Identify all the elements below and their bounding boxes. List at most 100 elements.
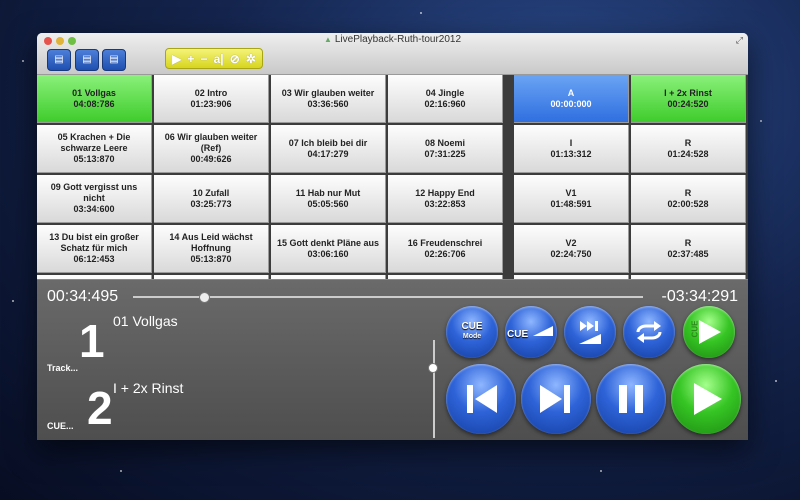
star (120, 470, 122, 472)
next-icon (540, 385, 570, 413)
cue-label[interactable]: CUE... (47, 421, 74, 431)
track-cell[interactable]: 05 Krachen + Die schwarze Leere 05:13:870 (37, 125, 152, 173)
cue-cell[interactable]: R 01:24:528 (631, 125, 746, 173)
skip-ramp-icon (579, 321, 601, 344)
cue-cell[interactable]: V2 02:24:750 (514, 225, 629, 273)
track-cell-time: 04:17:279 (307, 148, 349, 159)
cue-cell-name: V1 (565, 187, 577, 198)
track-cell[interactable]: 02 Intro 01:23:906 (154, 75, 269, 123)
play-button[interactable] (671, 364, 741, 434)
loop-button[interactable] (623, 306, 675, 358)
play-icon[interactable]: ▶ (172, 52, 181, 66)
cue-cell-name: R (684, 237, 692, 248)
cue-mode-button[interactable]: CUE Mode (446, 306, 498, 358)
plus-icon[interactable]: + (187, 52, 194, 66)
cue-cell-name: V2 (565, 237, 577, 248)
fullscreen-icon[interactable]: ⤢ (736, 35, 743, 46)
track-cell[interactable]: 07 Ich bleib bei dir 04:17:279 (271, 125, 386, 173)
track-cell[interactable]: 10 Zufall 03:25:773 (154, 175, 269, 223)
track-cell-time: 04:08:786 (73, 98, 115, 109)
skip-fade-button[interactable] (564, 306, 616, 358)
track-cell-time: 05:05:560 (307, 198, 349, 209)
track-cell-name: 15 Gott denkt Pläne aus (276, 237, 380, 248)
track-cell[interactable]: 11 Hab nur Mut 05:05:560 (271, 175, 386, 223)
track-cell-time: 00:49:626 (190, 154, 232, 164)
volume-slider-knob[interactable] (428, 363, 438, 373)
track-cell[interactable]: 04 Jingle 02:16:960 (388, 75, 503, 123)
cue-cell[interactable]: I + 2x Rinst 00:24:520 (631, 75, 746, 123)
gear-icon[interactable]: ✲ (246, 52, 256, 66)
track-number: 1 (79, 315, 105, 367)
track-cell-time: 05:13:870 (73, 154, 115, 164)
cue-cell[interactable]: R 02:37:485 (631, 225, 746, 273)
export-document-button[interactable]: ▤ (102, 49, 126, 71)
cue-cell-time: 00:00:000 (550, 98, 592, 109)
track-cell-time: 05:13:870 (190, 254, 232, 264)
track-cell-name: 09 Gott vergisst uns nicht (50, 182, 138, 203)
cue-mode-sublabel: Mode (462, 333, 482, 340)
cue-cell-name: I (569, 137, 573, 148)
track-cell[interactable]: 16 Freudenschrei 02:26:706 (388, 225, 503, 273)
app-window: ▲ LivePlayback-Ruth-tour2012 ⤢ ▤ ▤ ▤ ▶ + … (37, 33, 748, 440)
cue-fade-label: CUE (507, 328, 529, 340)
minus-icon[interactable]: − (200, 52, 207, 66)
open-document-button[interactable]: ▤ (47, 49, 71, 71)
cue-cell[interactable]: A 00:00:000 (514, 75, 629, 123)
remaining-time: -03:34:291 (661, 288, 738, 305)
track-cell[interactable]: 15 Gott denkt Pläne aus 03:06:160 (271, 225, 386, 273)
next-button[interactable] (521, 364, 591, 434)
cue-cell-name: R (684, 187, 692, 198)
cue-play-button[interactable]: CUE (683, 306, 735, 358)
export-document-icon: ▤ (109, 54, 119, 65)
transport-panel: 00:34:495 -03:34:291 1 01 Vollgas Track.… (37, 279, 748, 440)
play-icon (694, 383, 722, 415)
cue-fade-button[interactable]: CUE (505, 306, 557, 358)
star (420, 12, 422, 14)
star (760, 120, 762, 122)
track-cell-name: 08 Noemi (424, 137, 466, 148)
cue-cell-time: 01:24:528 (667, 148, 709, 159)
text-edit-icon[interactable]: a| (214, 52, 224, 66)
track-cell-name: 03 Wir glauben weiter (281, 87, 375, 98)
cue-cell-time: 01:13:312 (550, 148, 592, 159)
track-cell[interactable]: 13 Du bist ein großer Schatz für mich 06:… (37, 225, 152, 273)
cue-cell[interactable]: I 01:13:312 (514, 125, 629, 173)
cue-cell-name: A (567, 87, 575, 98)
star (12, 300, 14, 302)
track-cell-name: 06 Wir glauben weiter (Ref) (164, 132, 258, 153)
document-icon: ▲ (323, 35, 332, 44)
track-cell-name: 01 Vollgas (72, 87, 116, 98)
title-bar: ▲ LivePlayback-Ruth-tour2012 ⤢ ▤ ▤ ▤ ▶ + … (37, 33, 748, 75)
star (775, 380, 777, 382)
track-cell-name: 07 Ich bleib bei dir (288, 137, 368, 148)
track-cell[interactable]: 03 Wir glauben weiter 03:36:560 (271, 75, 386, 123)
track-grid: 01 Vollgas 04:08:786 02 Intro 01:23:906 03 W… (37, 75, 748, 311)
track-cell[interactable]: 09 Gott vergisst uns nicht 03:34:600 (37, 175, 152, 223)
star (600, 470, 602, 472)
track-cell-time: 03:22:853 (424, 198, 466, 209)
cue-cell[interactable]: R 02:00:528 (631, 175, 746, 223)
track-cell-name: 05 Krachen + Die schwarze Leere (57, 132, 131, 153)
previous-button[interactable] (446, 364, 516, 434)
window-title: ▲ LivePlayback-Ruth-tour2012 (37, 34, 748, 45)
track-cell[interactable]: 08 Noemi 07:31:225 (388, 125, 503, 173)
cue-cell-time: 02:00:528 (667, 198, 709, 209)
track-cell-time: 01:23:906 (190, 98, 232, 109)
track-cell[interactable]: 06 Wir glauben weiter (Ref) 00:49:626 (154, 125, 269, 173)
track-cell[interactable]: 12 Happy End 03:22:853 (388, 175, 503, 223)
save-document-button[interactable]: ▤ (75, 49, 99, 71)
progress-slider-knob[interactable] (199, 292, 211, 303)
volume-slider[interactable] (433, 340, 435, 438)
disable-icon[interactable]: ⊘ (230, 52, 240, 66)
track-cell[interactable]: 01 Vollgas 04:08:786 (37, 75, 152, 123)
elapsed-time: 00:34:495 (47, 288, 119, 305)
track-label[interactable]: Track... (47, 363, 78, 373)
track-cell-time: 03:25:773 (190, 198, 232, 209)
cue-cell[interactable]: V1 01:48:591 (514, 175, 629, 223)
track-cell-name: 14 Aus Leid wächst Hoffnung (169, 232, 253, 253)
track-cell-name: 11 Hab nur Mut (295, 187, 361, 198)
pause-button[interactable] (596, 364, 666, 434)
track-cell-name: 10 Zufall (192, 187, 230, 198)
track-cell[interactable]: 14 Aus Leid wächst Hoffnung 05:13:870 (154, 225, 269, 273)
cue-cell-name: I + 2x Rinst (664, 87, 712, 98)
